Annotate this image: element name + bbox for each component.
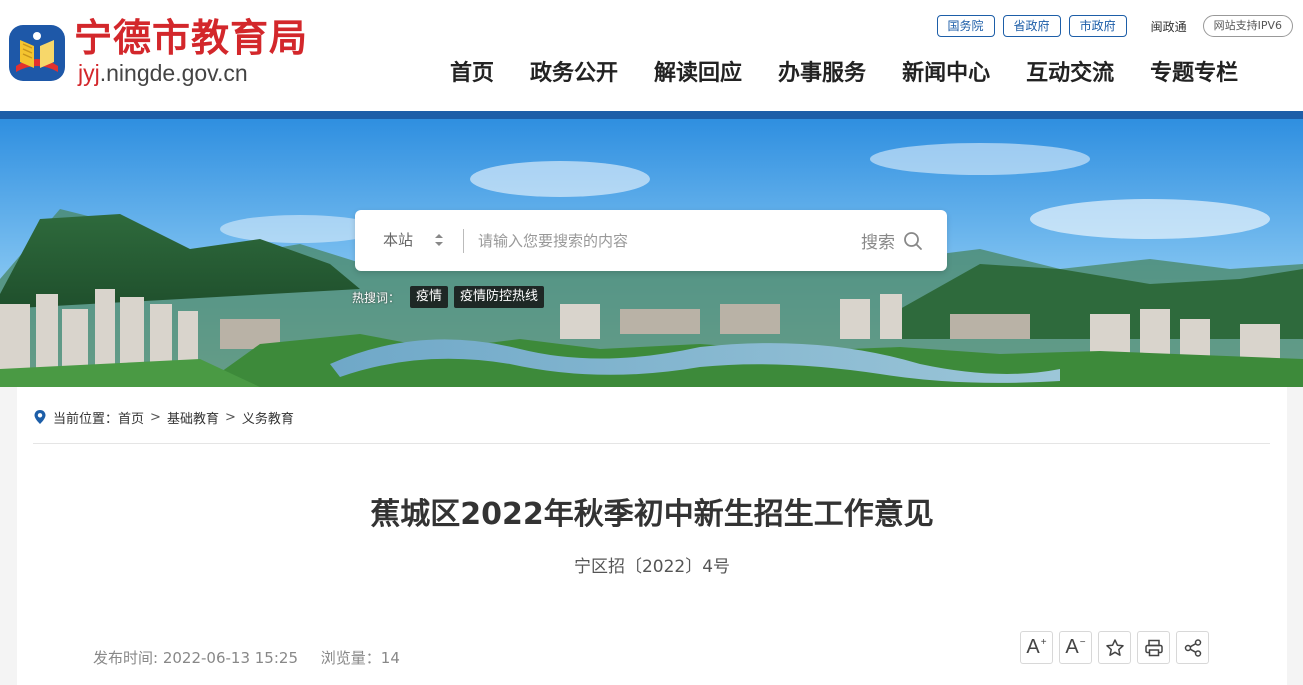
search-input[interactable] [470, 225, 850, 257]
search-scope-select[interactable]: 本站 [383, 210, 413, 271]
hot-search-label: 热搜词： [352, 290, 401, 305]
hot-tag-yiqing[interactable]: 疫情 [410, 286, 449, 308]
nav-interpretation[interactable]: 解读回应 [654, 52, 742, 96]
nav-services[interactable]: 办事服务 [778, 52, 866, 96]
location-pin-icon [34, 410, 46, 424]
search-button[interactable]: 搜索 [861, 210, 923, 271]
font-increase-icon: A+ [1026, 636, 1047, 658]
font-decrease-icon: A− [1065, 636, 1086, 658]
nav-interaction[interactable]: 互动交流 [1026, 52, 1114, 96]
breadcrumb: 当前位置： 首页 > 基础教育 > 义务教育 [33, 407, 294, 427]
breadcrumb-prefix: 当前位置： [53, 411, 119, 427]
article-title: 蕉城区2022年秋季初中新生招生工作意见 [370, 497, 934, 532]
nav-news[interactable]: 新闻中心 [902, 52, 990, 96]
nav-gov-affairs[interactable]: 政务公开 [530, 52, 618, 96]
share-icon [1184, 638, 1201, 657]
header-divider [0, 111, 1303, 119]
hot-tag-hotline[interactable]: 疫情防控热线 [454, 286, 545, 308]
site-title: 宁德市教育局 [74, 15, 309, 60]
link-shengzhengfu[interactable]: 省政府 [1002, 15, 1061, 37]
page-root: 宁德市教育局 jyj.ningde.gov.cn 国务院 省政府 市政府 闽政通… [0, 0, 1303, 685]
site-header: 宁德市教育局 jyj.ningde.gov.cn 国务院 省政府 市政府 闽政通… [0, 0, 1303, 111]
breadcrumb-home[interactable]: 首页 [118, 408, 144, 427]
education-emblem-icon [9, 25, 65, 81]
star-icon [1105, 638, 1124, 656]
ipv6-badge: 网站支持IPV6 [1202, 15, 1293, 37]
nav-topics[interactable]: 专题专栏 [1150, 52, 1238, 96]
site-logo[interactable]: 宁德市教育局 jyj.ningde.gov.cn [6, 14, 326, 94]
document-number: 宁区招〔2022〕4号 [573, 557, 731, 577]
breadcrumb-separator: > [150, 409, 161, 425]
site-domain-prefix: jyj [78, 60, 100, 86]
print-button[interactable] [1137, 631, 1170, 664]
breadcrumb-divider [33, 443, 1270, 444]
link-minzhengtong[interactable]: 闽政通 [1151, 18, 1187, 35]
hot-search: 热搜词： 疫情 疫情防控热线 [352, 286, 550, 308]
view-count: 浏览量：14 [320, 649, 400, 667]
article-meta: 发布时间: 2022-06-13 15:25 浏览量：14 [93, 647, 400, 668]
search-icon [904, 231, 922, 250]
printer-icon [1144, 639, 1163, 656]
search-divider [463, 229, 464, 253]
breadcrumb-compulsory-education[interactable]: 义务教育 [242, 408, 294, 427]
article-tools: A+ A− [1020, 631, 1215, 664]
link-shizhengfu[interactable]: 市政府 [1068, 15, 1127, 37]
top-links: 国务院 省政府 市政府 闽政通 网站支持IPV6 [929, 14, 1293, 38]
article-panel: 当前位置： 首页 > 基础教育 > 义务教育 蕉城区2022年秋季初中新生招生工… [17, 387, 1287, 685]
site-domain: jyj.ningde.gov.cn [78, 60, 248, 86]
site-domain-rest: .ningde.gov.cn [99, 60, 248, 86]
breadcrumb-basic-education[interactable]: 基础教育 [167, 408, 219, 427]
breadcrumb-separator: > [224, 409, 236, 425]
search-box: 本站 搜索 [355, 210, 947, 271]
nav-home[interactable]: 首页 [450, 52, 494, 96]
favorite-button[interactable] [1098, 631, 1131, 664]
publish-time: 发布时间: 2022-06-13 15:25 [93, 649, 298, 667]
sort-arrows-icon[interactable] [433, 232, 445, 248]
search-button-label: 搜索 [861, 233, 895, 253]
font-increase-button[interactable]: A+ [1020, 631, 1053, 664]
hero-banner: 本站 搜索 热搜词： 疫情 疫情防控热线 [0, 119, 1303, 387]
font-decrease-button[interactable]: A− [1059, 631, 1092, 664]
main-nav: 首页 政务公开 解读回应 办事服务 新闻中心 互动交流 专题专栏 [450, 52, 1274, 96]
link-guowuyuan[interactable]: 国务院 [936, 15, 995, 37]
share-button[interactable] [1176, 631, 1209, 664]
